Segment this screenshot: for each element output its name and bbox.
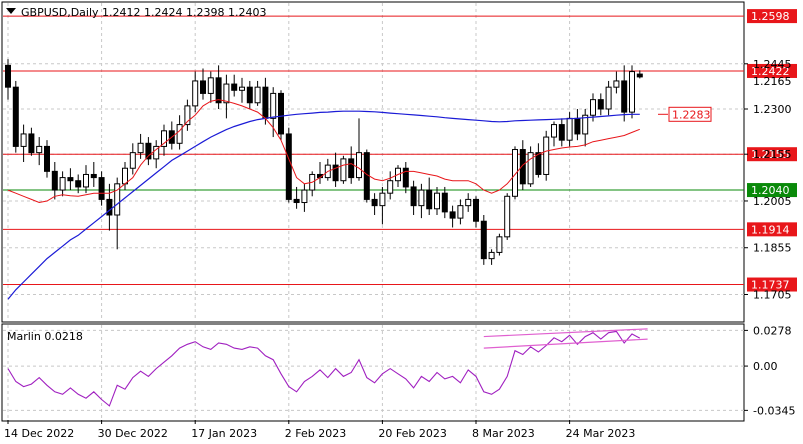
candle-body-9 — [75, 180, 82, 188]
candle-body-55 — [434, 192, 440, 210]
candle-body-25 — [200, 80, 206, 94]
candle-body-24 — [192, 80, 199, 107]
price-tick-label-3: 1.2005 — [753, 195, 792, 208]
candle-body-34 — [270, 92, 277, 119]
candle-body-64 — [504, 195, 511, 238]
osc-tick-label-2: -0.0345 — [753, 404, 795, 417]
candle-body-33 — [262, 86, 269, 119]
candle-body-73 — [574, 117, 581, 135]
time-tick-label-6: 24 Mar 2023 — [566, 427, 636, 440]
candle-body-32 — [254, 86, 261, 104]
candle-body-7 — [59, 177, 66, 191]
candle-body-1 — [12, 86, 19, 147]
candle-body-58 — [457, 205, 464, 219]
candle-body-71 — [558, 124, 565, 141]
candle-body-62 — [488, 251, 495, 260]
candle-body-56 — [441, 192, 448, 213]
candle-body-31 — [246, 86, 253, 104]
time-axis: 14 Dec 2022 30 Dec 2022 17 Jan 2023 2 Feb 2… — [4, 420, 635, 440]
candle-body-27 — [215, 77, 222, 104]
candle-body-29 — [231, 83, 238, 91]
oscillator-title: Marlin 0.0218 — [7, 330, 83, 343]
candle-body-80 — [629, 71, 635, 113]
level-badge-label-0: 1.2598 — [751, 10, 790, 23]
osc-tick-label-0: 0.0278 — [753, 324, 792, 337]
callout-label: 1.2283 — [672, 108, 711, 121]
candle-body-63 — [496, 236, 503, 253]
candle-body-17 — [137, 142, 144, 154]
time-tick-label-5: 8 Mar 2023 — [472, 427, 535, 440]
oscillator-panel — [1, 323, 745, 422]
candle-body-79 — [621, 80, 628, 113]
candle-body-78 — [613, 80, 620, 88]
candle-body-37 — [293, 198, 300, 204]
candle-body-70 — [551, 124, 557, 138]
candle-body-28 — [223, 83, 230, 104]
candle-body-48 — [379, 192, 386, 207]
osc-tick-label-1: 0.00 — [753, 360, 778, 373]
candle-body-47 — [371, 198, 378, 207]
candle-body-12 — [98, 177, 105, 200]
candle-body-22 — [176, 124, 183, 144]
candle-body-77 — [605, 86, 612, 110]
candle-body-11 — [90, 173, 97, 179]
candle-body-35 — [278, 92, 284, 135]
candle-body-45 — [356, 152, 362, 179]
price-panel — [1, 1, 745, 323]
price-tick-label-1: 1.2300 — [753, 103, 792, 116]
candle-body-15 — [122, 167, 128, 185]
candle-body-59 — [465, 198, 472, 207]
candle-body-68 — [535, 152, 542, 175]
candle-body-5 — [44, 145, 50, 172]
candle-body-53 — [418, 189, 425, 207]
candle-body-38 — [301, 189, 308, 204]
candle-body-0 — [5, 64, 11, 88]
time-tick-label-0: 14 Dec 2022 — [4, 427, 74, 440]
candle-body-2 — [20, 133, 27, 147]
candle-body-4 — [36, 145, 43, 154]
time-tick-label-1: 30 Dec 2022 — [98, 427, 168, 440]
candle-body-36 — [285, 133, 292, 200]
candle-body-57 — [449, 211, 456, 219]
candle-body-8 — [67, 177, 74, 182]
candle-body-43 — [340, 158, 347, 182]
candle-body-13 — [106, 198, 113, 216]
price-tick-label-2: 1.2155 — [753, 148, 792, 161]
candle-body-69 — [543, 136, 550, 175]
candle-body-81 — [636, 73, 643, 78]
candle-body-52 — [410, 186, 417, 207]
candle-body-16 — [129, 152, 136, 169]
price-tick-label-0: 1.2445 — [753, 58, 792, 71]
price-tick-label-5: 1.1705 — [753, 289, 792, 302]
price-axis: 1.2445 1.2300 1.2155 1.2005 1.1855 1.1705 1.21… — [744, 58, 792, 302]
candle-body-10 — [83, 173, 89, 188]
time-tick-label-2: 17 Jan 2023 — [191, 427, 257, 440]
chart-header: GBPUSD,Daily 1.2412 1.2424 1.2398 1.2403 — [21, 6, 266, 19]
candle-body-54 — [426, 189, 433, 210]
level-badge-label-4: 1.1914 — [751, 223, 790, 236]
candle-body-61 — [480, 220, 487, 260]
candle-body-60 — [473, 198, 479, 222]
gbpusd-chart: 1.25981.24221.21551.20401.19141.17371.22… — [1, 1, 797, 440]
candle-body-3 — [28, 133, 35, 154]
candle-body-72 — [566, 117, 573, 141]
candle-body-75 — [590, 99, 596, 116]
candle-body-6 — [51, 170, 58, 191]
candle-body-49 — [387, 180, 394, 194]
price-tick-label-hidden: 1.2165 — [753, 75, 792, 88]
candle-body-44 — [348, 158, 355, 179]
candle-body-26 — [207, 77, 214, 94]
candle-body-30 — [239, 86, 245, 91]
time-tick-label-3: 2 Feb 2023 — [285, 427, 346, 440]
candle-body-76 — [597, 99, 604, 110]
price-tick-label-4: 1.1855 — [753, 242, 792, 255]
time-tick-label-4: 20 Feb 2023 — [378, 427, 446, 440]
